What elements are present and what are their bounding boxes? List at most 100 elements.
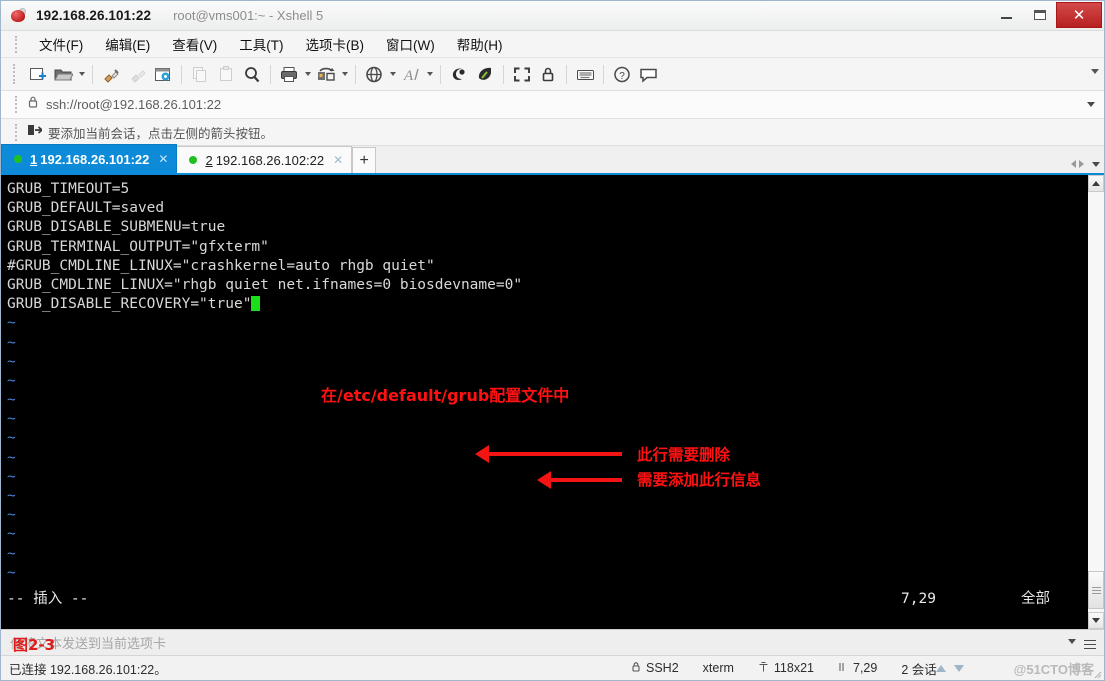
new-tab-button[interactable]: + [352,147,377,173]
print-icon[interactable] [276,61,302,87]
status-protocol-label: SSH2 [646,661,679,675]
toolbar-separator [181,64,182,84]
window-title: 192.168.26.101:22 [36,8,152,23]
vim-tilde-line: ~ [7,353,16,370]
tab-number: 1 [30,151,38,167]
print-dropdown-icon[interactable] [302,61,313,87]
tab-close-icon[interactable]: ✕ [158,152,168,166]
svg-text:A: A [403,68,414,84]
address-bar-grip[interactable] [15,96,18,113]
chat-icon[interactable] [635,61,661,87]
disconnect-plug-icon [124,61,150,87]
status-session-count: 2 会话 [901,662,937,677]
annotation-arrow-add-icon [537,471,622,489]
menu-grip[interactable] [15,35,18,53]
lock-icon[interactable] [535,61,561,87]
globe-dropdown-icon[interactable] [387,61,398,87]
file-transfer-icon[interactable] [313,61,339,87]
vim-tilde-line: ~ [7,526,16,543]
session-properties-icon[interactable] [150,61,176,87]
vim-tilde-line: ~ [7,411,16,428]
scroll-down-button[interactable] [1088,612,1104,629]
send-command-bar[interactable]: 仅将文本发送到当前选项卡 图2-3 [1,629,1104,655]
address-dropdown-icon[interactable] [1087,102,1095,107]
hint-bar: 要添加当前会话，点击左侧的箭头按钮。 [1,119,1104,146]
vim-tilde-line: ~ [7,507,16,524]
help-icon[interactable]: ? [609,61,635,87]
vim-mode-indicator: -- 插入 -- [7,590,89,607]
status-cursor-position: 7,29 [838,661,877,676]
menu-edit[interactable]: 编辑(E) [94,31,161,57]
terminal-line: GRUB_TIMEOUT=5 [7,181,130,197]
send-target-dropdown-icon[interactable] [1068,639,1076,644]
annotation-delete-line: 此行需要删除 [637,446,731,464]
window-controls: ✕ [990,1,1104,31]
tab-session-1[interactable]: 1 192.168.26.101:22 ✕ [1,144,178,173]
tab-scroll-left-icon[interactable] [1071,160,1076,168]
watermark: @51CTO博客 [1013,661,1094,677]
terminal-line: GRUB_TERMINAL_OUTPUT="gfxterm" [7,238,269,255]
lock-icon [27,95,39,114]
resize-grip-icon[interactable] [1092,669,1102,679]
new-session-icon[interactable] [24,61,50,87]
terminal-screen[interactable]: GRUB_TIMEOUT=5 GRUB_DEFAULT=saved GRUB_D… [1,175,1087,629]
status-transfer-indicators [936,664,964,672]
scrollbar-thumb[interactable] [1088,571,1104,609]
menu-file[interactable]: 文件(F) [28,31,94,57]
window-subtitle: root@vms001:~ - Xshell 5 [173,8,324,23]
connection-status: 已连接 192.168.26.101:22。 [9,662,167,677]
status-terminal-type: xterm [702,661,734,675]
file-transfer-dropdown-icon[interactable] [339,61,350,87]
tab-status-dot-icon [189,156,198,164]
address-bar[interactable]: ssh://root@192.168.26.101:22 [1,91,1104,119]
tab-close-icon[interactable]: ✕ [333,153,343,167]
toolbar: A ? [1,58,1104,91]
menu-view[interactable]: 查看(V) [161,31,228,57]
terminal-line: GRUB_DEFAULT=saved [7,200,165,217]
xshell-logo-icon [10,7,28,25]
find-icon[interactable] [239,61,265,87]
tab-list-dropdown-icon[interactable] [1092,161,1100,167]
add-session-arrow-icon[interactable] [27,123,44,142]
status-bar: 已连接 192.168.26.101:22。 SSH2 xterm 118x21… [1,655,1104,680]
tab-status-dot-icon [14,155,22,163]
globe-icon[interactable] [361,61,387,87]
download-arrow-icon [954,664,964,672]
toolbar-grip[interactable] [13,64,16,84]
font-icon[interactable]: A [398,61,424,87]
hint-bar-grip[interactable] [15,123,18,141]
xftp-icon[interactable] [446,61,472,87]
cursor-position-icon [838,661,848,676]
keyboard-icon[interactable] [572,61,598,87]
toolbar-separator [503,64,504,84]
status-protocol: SSH2 [631,661,679,676]
annotation-add-line: 需要添加此行信息 [637,471,762,489]
toolbar-overflow-icon[interactable] [1091,69,1099,74]
scroll-up-button[interactable] [1088,175,1104,192]
fullscreen-icon[interactable] [509,61,535,87]
menu-tabs[interactable]: 选项卡(B) [295,31,376,57]
menu-help[interactable]: 帮助(H) [446,31,514,57]
tab-scroll-right-icon[interactable] [1079,160,1084,168]
open-folder-icon[interactable] [50,61,76,87]
terminal-scrollbar[interactable] [1087,175,1104,629]
menu-window[interactable]: 窗口(W) [375,31,446,57]
menu-tools[interactable]: 工具(T) [228,31,294,57]
terminal-cursor [251,296,261,312]
terminal-line: #GRUB_CMDLINE_LINUX="crashkernel=auto rh… [7,257,435,274]
address-input[interactable]: ssh://root@192.168.26.101:22 [46,97,221,112]
terminal-line: GRUB_DISABLE_SUBMENU=true [7,219,226,236]
send-options-menu-icon[interactable] [1084,637,1096,652]
tab-session-2[interactable]: 2 192.168.26.102:22 ✕ [176,146,353,173]
maximize-button[interactable] [1023,1,1056,29]
lock-icon [631,661,641,676]
vim-tilde-line: ~ [7,488,16,504]
font-dropdown-icon[interactable] [424,61,435,87]
connect-plug-icon[interactable] [98,61,124,87]
paste-icon [213,61,239,87]
close-button[interactable]: ✕ [1056,2,1102,28]
open-folder-dropdown-icon[interactable] [76,61,87,87]
xagent-icon[interactable] [472,61,498,87]
minimize-button[interactable] [990,1,1023,29]
scrollbar-track[interactable] [1088,192,1104,612]
